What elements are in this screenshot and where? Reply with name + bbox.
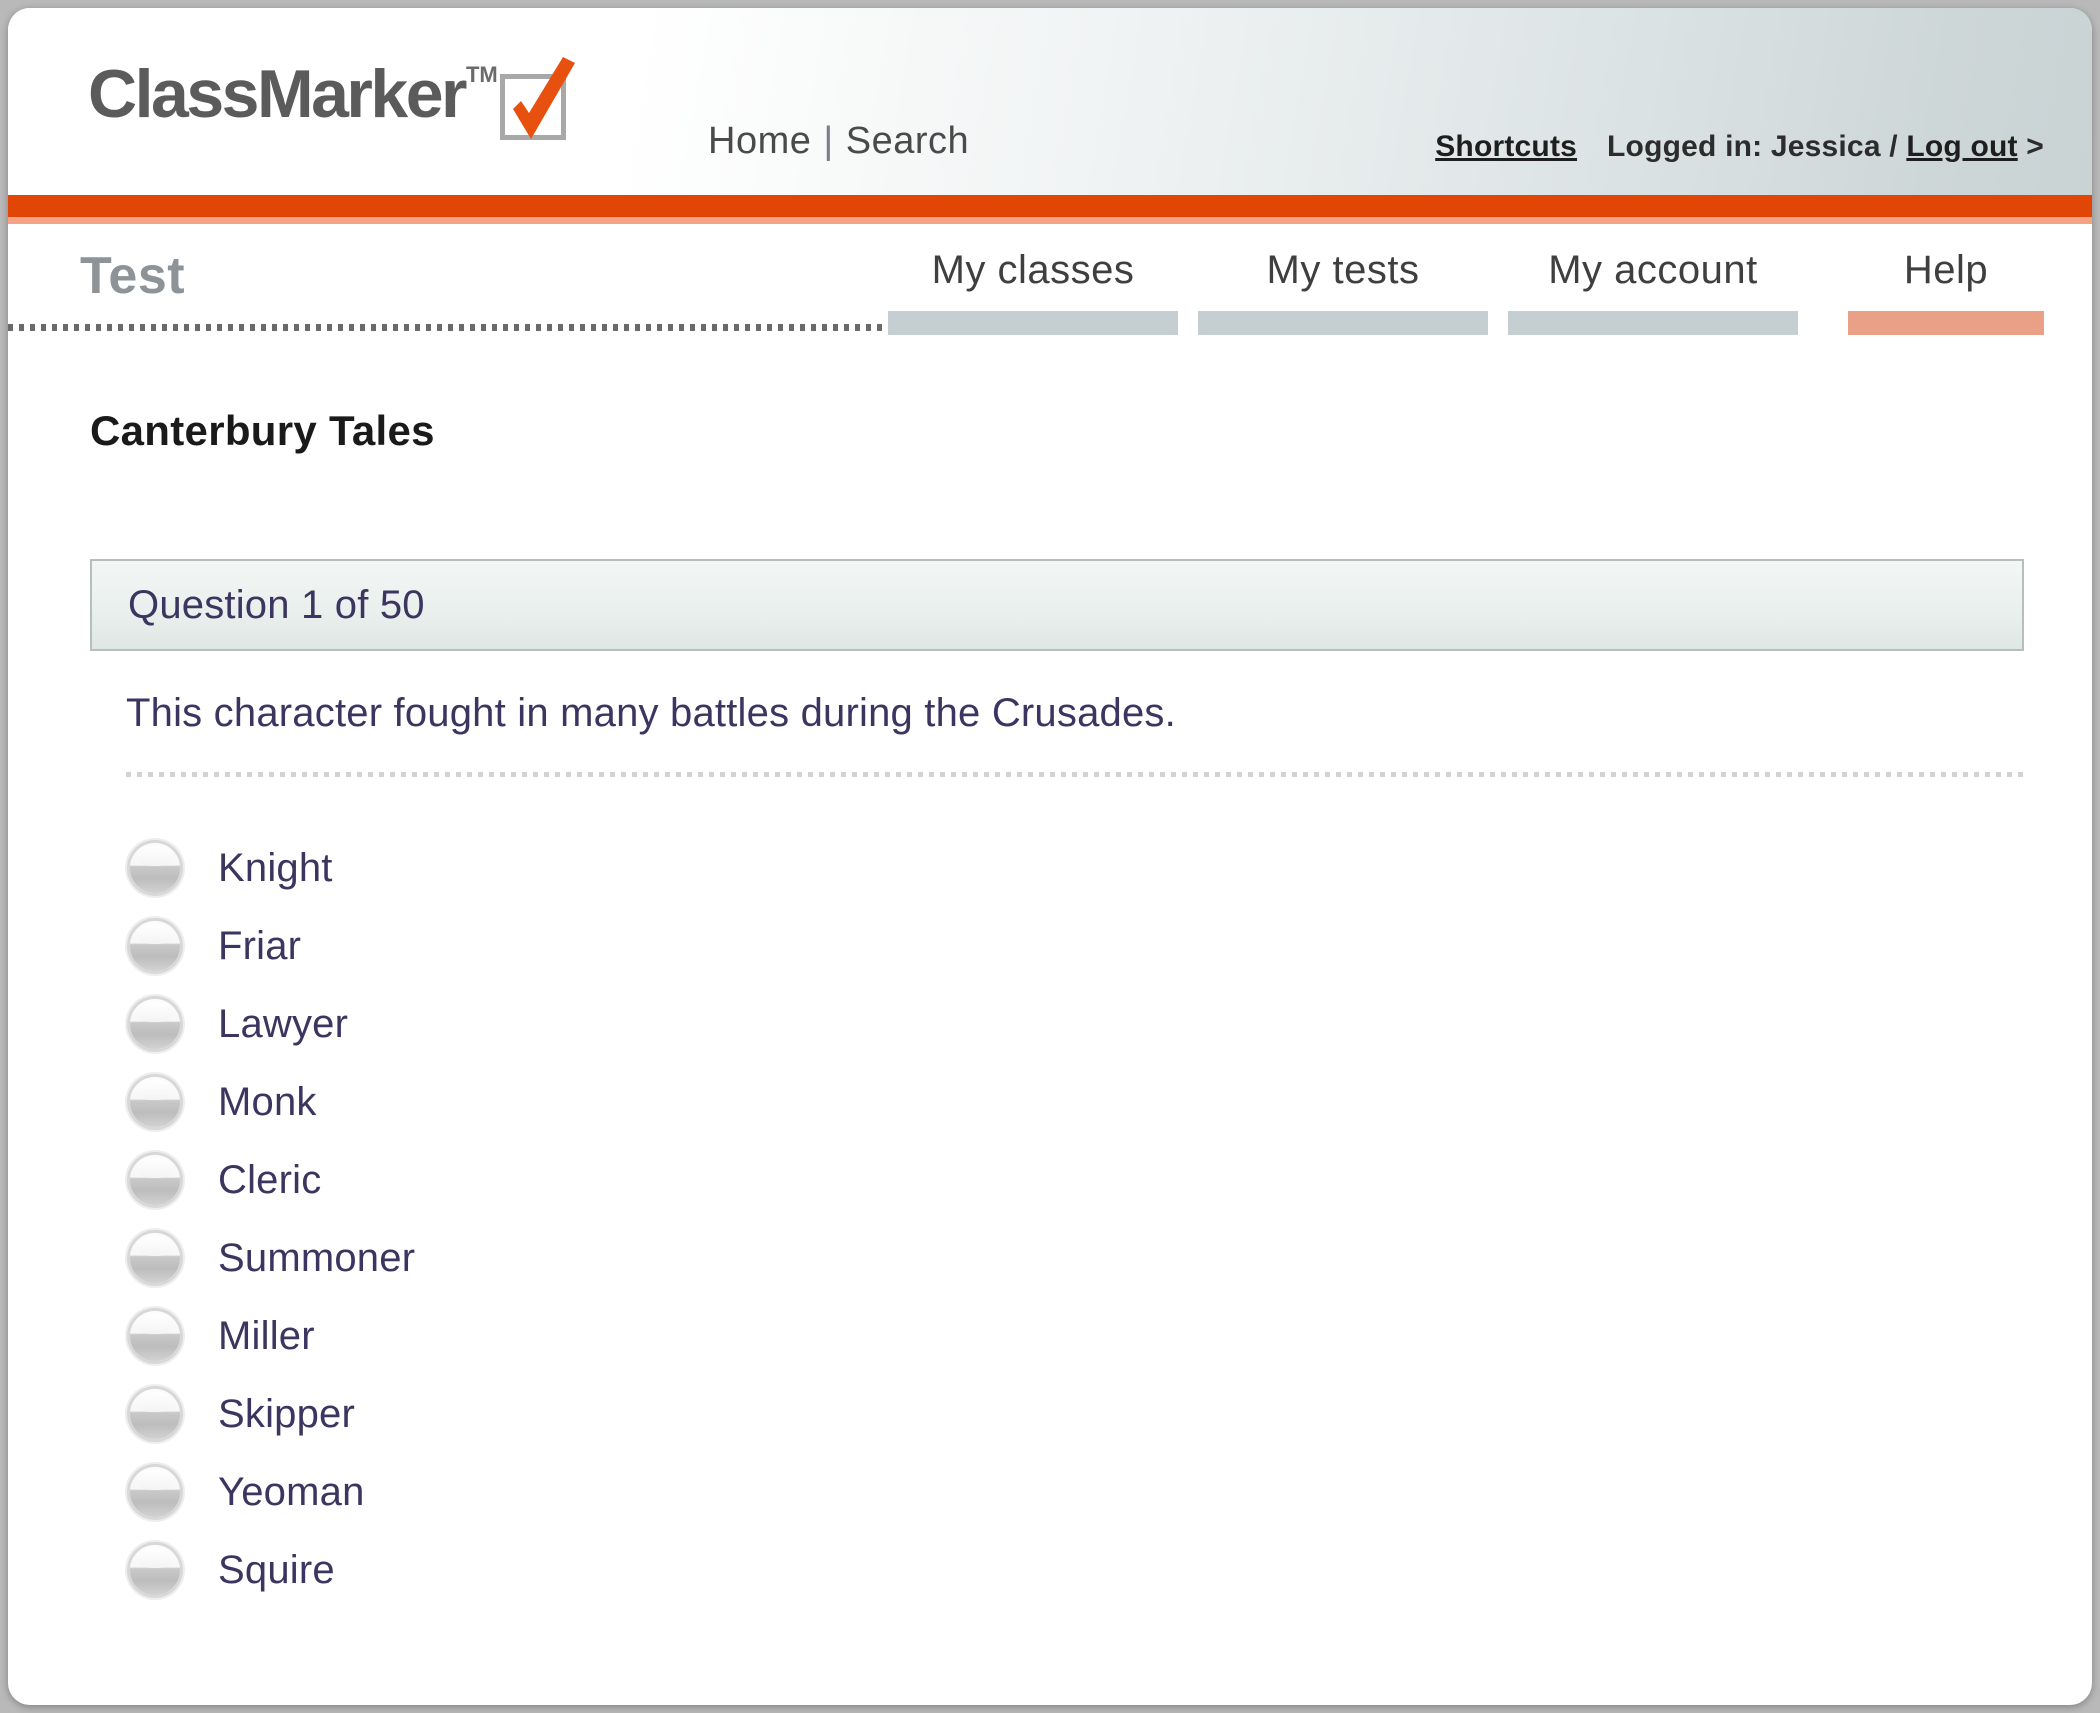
logged-in-label: Logged in: Jessica: [1607, 130, 1881, 163]
header-account-area: Shortcuts Logged in: Jessica / Log out >: [1435, 130, 2044, 164]
nav-home-link[interactable]: Home: [708, 120, 811, 162]
answer-option-row[interactable]: Skipper: [8, 1375, 2092, 1453]
classmarker-logo[interactable]: ClassMarker TM: [88, 56, 575, 140]
answer-option-row[interactable]: Knight: [8, 829, 2092, 907]
answer-option-label: Cleric: [218, 1157, 322, 1202]
answer-option-row[interactable]: Miller: [8, 1297, 2092, 1375]
answer-option-label: Friar: [218, 923, 302, 968]
answer-option-row[interactable]: Monk: [8, 1063, 2092, 1141]
answer-option-label: Lawyer: [218, 1001, 349, 1046]
tab-my-classes-underline: [888, 311, 1178, 335]
nav-separator: |: [823, 120, 834, 162]
tab-my-account-underline: [1508, 311, 1798, 335]
answer-option-row[interactable]: Friar: [8, 907, 2092, 985]
question-text: This character fought in many battles du…: [126, 691, 1176, 735]
page-title: Canterbury Tales: [90, 407, 435, 454]
header-nav: Home | Search: [708, 120, 969, 163]
question-counter-label: Question 1 of 50: [128, 582, 425, 627]
logo-wordmark: ClassMarker: [88, 56, 467, 132]
radio-button-icon[interactable]: [130, 1233, 180, 1283]
answer-option-row[interactable]: Summoner: [8, 1219, 2092, 1297]
answer-option-row[interactable]: Squire: [8, 1531, 2092, 1609]
radio-button-icon[interactable]: [130, 1077, 180, 1127]
account-separator: /: [1889, 130, 1898, 163]
radio-button-icon[interactable]: [130, 1155, 180, 1205]
answer-options-list: Knight Friar Lawyer Monk Cleric Summoner: [8, 829, 2092, 1609]
page-container: ClassMarker TM Home | Search Shortcuts Logg…: [8, 8, 2092, 1705]
radio-button-icon[interactable]: [130, 1311, 180, 1361]
tab-my-classes-label: My classes: [931, 248, 1135, 292]
tab-my-tests[interactable]: My tests: [1198, 224, 1488, 335]
orange-checkmark-icon: [512, 57, 575, 139]
accent-bar: [8, 195, 2092, 217]
radio-button-icon[interactable]: [130, 1545, 180, 1595]
answer-option-label: Skipper: [218, 1391, 356, 1436]
section-tab-strip: Test My classes My tests My account Help: [8, 224, 2092, 369]
dotted-divider: [8, 324, 896, 331]
accent-bar-highlight: [8, 217, 2092, 224]
main-content: Canterbury Tales Question 1 of 50 This c…: [8, 407, 2092, 1609]
answer-option-label: Squire: [218, 1547, 335, 1592]
question-divider: [126, 772, 2024, 777]
radio-button-icon[interactable]: [130, 1467, 180, 1517]
answer-option-row[interactable]: Yeoman: [8, 1453, 2092, 1531]
question-counter-bar: Question 1 of 50: [90, 559, 2024, 651]
radio-button-icon[interactable]: [130, 921, 180, 971]
tab-help[interactable]: Help: [1848, 224, 2044, 335]
chevron-right-icon: >: [2026, 130, 2044, 163]
tab-list: My classes My tests My account Help: [888, 224, 2092, 369]
tab-my-account-label: My account: [1548, 248, 1758, 292]
answer-option-label: Summoner: [218, 1235, 416, 1280]
answer-option-label: Monk: [218, 1079, 317, 1124]
tab-my-tests-underline: [1198, 311, 1488, 335]
radio-button-icon[interactable]: [130, 999, 180, 1049]
site-header: ClassMarker TM Home | Search Shortcuts Logg…: [8, 8, 2092, 195]
section-title: Test: [80, 247, 186, 305]
shortcuts-link[interactable]: Shortcuts: [1435, 130, 1577, 163]
answer-option-label: Miller: [218, 1313, 315, 1358]
nav-search-link[interactable]: Search: [846, 120, 969, 162]
tab-my-classes[interactable]: My classes: [888, 224, 1178, 335]
tab-help-underline: [1848, 311, 2044, 335]
checkmark-box-icon: [499, 57, 575, 140]
radio-button-icon[interactable]: [130, 843, 180, 893]
logout-link[interactable]: Log out: [1906, 130, 2017, 163]
tab-help-label: Help: [1903, 248, 1989, 292]
tab-my-account[interactable]: My account: [1508, 224, 1798, 335]
answer-option-row[interactable]: Lawyer: [8, 985, 2092, 1063]
answer-option-label: Yeoman: [218, 1469, 365, 1514]
answer-option-label: Knight: [218, 845, 333, 890]
tab-my-tests-label: My tests: [1266, 248, 1420, 292]
answer-option-row[interactable]: Cleric: [8, 1141, 2092, 1219]
radio-button-icon[interactable]: [130, 1389, 180, 1439]
